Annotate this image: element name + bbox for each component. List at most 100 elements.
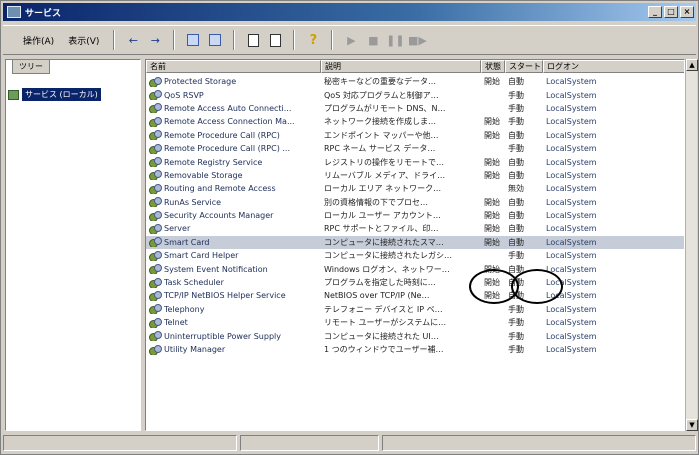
service-name: TCP/IP NetBIOS Helper Service bbox=[164, 291, 286, 301]
table-row[interactable]: Server RPC サポートとファイル、印… 開始 自動 LocalSystem bbox=[146, 222, 684, 235]
table-row[interactable]: RunAs Service 別の資格情報の下でプロセ… 開始 自動 LocalSyste… bbox=[146, 196, 684, 209]
services-app-icon bbox=[7, 6, 21, 18]
services-window: サービス _ □ × 操作(A) 表示(V) ← → ? ▶ ■ ❚❚ ■▶ ツ… bbox=[0, 0, 699, 455]
service-logon: LocalSystem bbox=[546, 130, 597, 140]
table-row[interactable]: Removable Storage リムーバブル メディア、ドライ… 開始 自動 Loc… bbox=[146, 169, 684, 182]
service-name-cell: Telephony bbox=[146, 304, 321, 315]
table-row[interactable]: Protected Storage 秘密キーなどの重要なデータ… 開始 自動 Local… bbox=[146, 75, 684, 88]
service-description: プログラムを指定した時刻に… bbox=[324, 278, 436, 288]
menu-action[interactable]: 操作(A) bbox=[17, 32, 60, 49]
service-gear-icon bbox=[149, 130, 162, 141]
tab-tree[interactable]: ツリー bbox=[12, 60, 50, 74]
service-logon: LocalSystem bbox=[546, 304, 597, 314]
table-row[interactable]: Uninterruptible Power Supply コンピュータに接続された… bbox=[146, 329, 684, 342]
table-row[interactable]: Security Accounts Manager ローカル ユーザー アカウント… bbox=[146, 209, 684, 222]
service-description: NetBIOS over TCP/IP (Ne… bbox=[324, 291, 430, 301]
forward-arrow-icon[interactable]: → bbox=[145, 30, 165, 50]
service-startup-type: 手動 bbox=[508, 144, 524, 154]
service-status: 開始 bbox=[484, 157, 500, 167]
stop-service-icon[interactable]: ■ bbox=[363, 30, 383, 50]
service-name-cell: TCP/IP NetBIOS Helper Service bbox=[146, 290, 321, 301]
service-name: QoS RSVP bbox=[164, 90, 204, 100]
service-name: Telnet bbox=[164, 318, 188, 328]
service-logon: LocalSystem bbox=[546, 184, 597, 194]
menu-view[interactable]: 表示(V) bbox=[62, 32, 105, 49]
column-header-status[interactable]: 状態 bbox=[481, 60, 505, 73]
service-description: ローカル エリア ネットワーク… bbox=[324, 184, 442, 194]
services-list: 名前 説明 状態 スタートアップの種類 ログオン Protected Stora… bbox=[145, 59, 685, 431]
service-name: RunAs Service bbox=[164, 197, 222, 207]
service-logon: LocalSystem bbox=[546, 318, 597, 328]
service-gear-icon bbox=[149, 116, 162, 127]
toolbar: 操作(A) 表示(V) ← → ? ▶ ■ ❚❚ ■▶ bbox=[3, 25, 696, 55]
tree-node-services-local[interactable]: サービス (ローカル) bbox=[8, 88, 101, 101]
service-name-cell: Server bbox=[146, 223, 321, 234]
table-row[interactable]: Remote Procedure Call (RPC) ... RPC ネーム サ… bbox=[146, 142, 684, 155]
minimize-button[interactable]: _ bbox=[648, 6, 662, 18]
scroll-down-icon[interactable]: ▼ bbox=[686, 419, 698, 431]
table-row[interactable]: Smart Card コンピュータに接続されたスマ… 開始 自動 LocalSystem bbox=[146, 235, 684, 250]
service-status: 開始 bbox=[484, 170, 500, 180]
table-row[interactable]: Remote Procedure Call (RPC) エンドポイント マッパーや… bbox=[146, 129, 684, 142]
column-header-name[interactable]: 名前 bbox=[146, 60, 321, 73]
close-button[interactable]: × bbox=[680, 6, 694, 18]
start-service-icon[interactable]: ▶ bbox=[341, 30, 361, 50]
column-header-startup-type[interactable]: スタートアップの種類 bbox=[505, 60, 543, 73]
service-logon: LocalSystem bbox=[546, 291, 597, 301]
service-name-cell: Telnet bbox=[146, 317, 321, 328]
table-row[interactable]: TCP/IP NetBIOS Helper Service NetBIOS ove… bbox=[146, 289, 684, 302]
service-startup-type: 自動 bbox=[508, 237, 524, 247]
table-row[interactable]: QoS RSVP QoS 対応プログラムと制御ア… 手動 LocalSystem bbox=[146, 88, 684, 101]
table-row[interactable]: Routing and Remote Access ローカル エリア ネットワーク… bbox=[146, 182, 684, 195]
pause-service-icon[interactable]: ❚❚ bbox=[385, 30, 405, 50]
service-startup-type: 自動 bbox=[508, 130, 524, 140]
maximize-button[interactable]: □ bbox=[664, 6, 678, 18]
column-header-description[interactable]: 説明 bbox=[321, 60, 481, 73]
service-status: 開始 bbox=[484, 117, 500, 127]
table-row[interactable]: Telnet リモート ユーザーがシステムに… 手動 LocalSystem bbox=[146, 316, 684, 329]
service-description: ネットワーク接続を作成しま… bbox=[324, 117, 436, 127]
vertical-scrollbar[interactable]: ▲ ▼ bbox=[685, 59, 698, 431]
service-gear-icon bbox=[149, 304, 162, 315]
service-logon: LocalSystem bbox=[546, 157, 597, 167]
service-name-cell: RunAs Service bbox=[146, 197, 321, 208]
title-bar[interactable]: サービス _ □ × bbox=[3, 3, 696, 21]
show-tree-icon[interactable] bbox=[183, 30, 203, 50]
table-row[interactable]: Utility Manager 1 つのウィンドウでユーザー補… 手動 LocalSy… bbox=[146, 343, 684, 356]
help-icon[interactable]: ? bbox=[303, 30, 323, 50]
service-logon: LocalSystem bbox=[546, 224, 597, 234]
table-row[interactable]: Telephony テレフォニー デバイスと IP ベ… 手動 LocalSystem bbox=[146, 303, 684, 316]
service-description: RPC サポートとファイル、印… bbox=[324, 224, 439, 234]
service-name-cell: Smart Card bbox=[146, 237, 321, 248]
status-bar bbox=[3, 434, 696, 452]
service-logon: LocalSystem bbox=[546, 103, 597, 113]
tree-node-label: サービス (ローカル) bbox=[22, 88, 101, 101]
table-row[interactable]: Remote Access Connection Ma... ネットワーク接続を作… bbox=[146, 115, 684, 128]
service-status: 開始 bbox=[484, 197, 500, 207]
service-startup-type: 手動 bbox=[508, 318, 524, 328]
service-description: リムーバブル メディア、ドライ… bbox=[324, 170, 446, 180]
service-gear-icon bbox=[149, 170, 162, 181]
up-level-icon[interactable] bbox=[205, 30, 225, 50]
column-header-logon[interactable]: ログオン bbox=[543, 60, 684, 73]
table-row[interactable]: System Event Notification Windows ログオン、ネッ… bbox=[146, 262, 684, 275]
service-name: Protected Storage bbox=[164, 77, 237, 87]
service-gear-icon bbox=[149, 157, 162, 168]
service-description: エンドポイント マッパーや他… bbox=[324, 130, 439, 140]
service-name: Remote Procedure Call (RPC) bbox=[164, 130, 280, 140]
service-name-cell: QoS RSVP bbox=[146, 90, 321, 101]
scroll-up-icon[interactable]: ▲ bbox=[686, 59, 698, 71]
properties-icon[interactable] bbox=[243, 30, 263, 50]
table-row[interactable]: Task Scheduler プログラムを指定した時刻に… 開始 自動 LocalSys… bbox=[146, 276, 684, 289]
service-description: RPC ネーム サービス データ… bbox=[324, 144, 436, 154]
service-name: Uninterruptible Power Supply bbox=[164, 331, 281, 341]
service-description: 秘密キーなどの重要なデータ… bbox=[324, 77, 436, 87]
table-row[interactable]: Remote Registry Service レジストリの操作をリモートで… 開始… bbox=[146, 155, 684, 168]
back-arrow-icon[interactable]: ← bbox=[123, 30, 143, 50]
table-row[interactable]: Smart Card Helper コンピュータに接続されたレガシ… 手動 Local… bbox=[146, 249, 684, 262]
table-row[interactable]: Remote Access Auto Connecti... プログラムがリモート… bbox=[146, 102, 684, 115]
export-list-icon[interactable] bbox=[265, 30, 285, 50]
service-gear-icon bbox=[149, 223, 162, 234]
restart-service-icon[interactable]: ■▶ bbox=[407, 30, 427, 50]
service-logon: LocalSystem bbox=[546, 117, 597, 127]
